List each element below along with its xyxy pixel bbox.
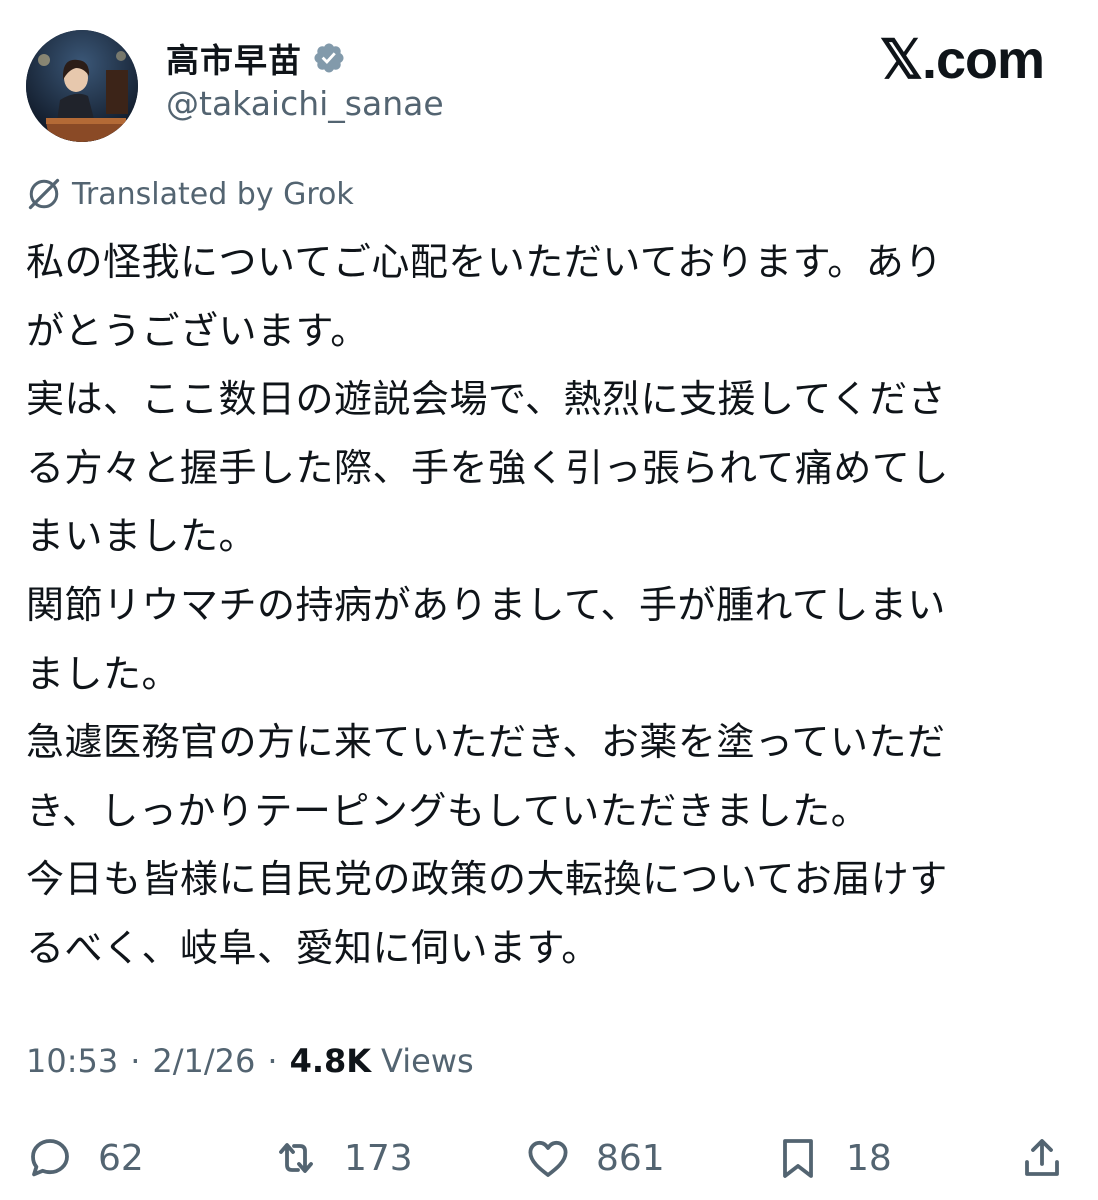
tweet-line: る方々と握手した際、手を強く引っ張られて痛めてし [26,445,949,490]
views-label: Views [381,1042,474,1080]
reply-icon [31,1139,69,1177]
tweet-line: 関節リウマチの持病がありまして、手が腫れてしまい [26,582,946,627]
like-button[interactable]: 861 [524,1128,665,1188]
meta-separator: · [267,1042,278,1080]
tweet-line: がとうございます。 [26,308,369,353]
repost-icon [279,1143,313,1173]
verified-badge-icon [314,43,344,73]
tweet-text: 私の怪我についてご心配をいただいております。あり がとうございます。 実は、ここ… [26,228,1066,983]
reply-button[interactable]: 62 [26,1128,144,1188]
tweet-date[interactable]: 2/1/26 [152,1042,255,1080]
tweet-line: 急遽医務官の方に来ていただき、お薬を塗っていただ [26,720,946,765]
bookmark-button[interactable]: 18 [774,1128,892,1188]
tweet-line: 私の怪我についてご心配をいただいております。あり [26,240,943,284]
translated-by-grok[interactable]: Translated by Grok [26,176,354,212]
heart-icon [528,1140,568,1177]
like-count: 861 [596,1137,665,1179]
tweet-line: 今日も皆様に自民党の政策の大転換についてお届けす [26,857,948,902]
display-name[interactable]: 高市早苗 [166,34,302,82]
tweet-line: まいました。 [26,514,258,559]
x-com-brand: 𝕏.com [879,30,1045,90]
share-button[interactable] [1018,1128,1066,1188]
action-bar: 62 173 861 18 [0,1128,1098,1188]
tweet-meta: 10:53 · 2/1/26 · 4.8K Views [26,1042,474,1080]
author-handle[interactable]: @takaichi_sanae [166,84,444,123]
avatar[interactable] [26,30,138,142]
translated-label: Translated by Grok [72,176,354,212]
tweet-time[interactable]: 10:53 [26,1042,118,1080]
tweet-line: き、しっかりテーピングもしていただきました。 [26,788,870,833]
meta-separator: · [130,1042,141,1080]
repost-count: 173 [344,1137,413,1179]
bookmark-icon [783,1139,813,1178]
tweet-line: 実は、ここ数日の遊説会場で、熱烈に支援してくださ [26,377,947,422]
author-name-row[interactable]: 高市早苗 [166,34,346,82]
repost-button[interactable]: 173 [272,1128,413,1188]
views-count: 4.8K [289,1042,372,1080]
reply-count: 62 [98,1137,144,1179]
avatar-photo [26,30,138,142]
tweet-line: ました。 [26,651,181,696]
grok-icon [28,178,60,210]
tweet-line: るべく、岐阜、愛知に伺います。 [26,925,600,970]
share-icon [1025,1139,1059,1176]
bookmark-count: 18 [846,1137,892,1179]
